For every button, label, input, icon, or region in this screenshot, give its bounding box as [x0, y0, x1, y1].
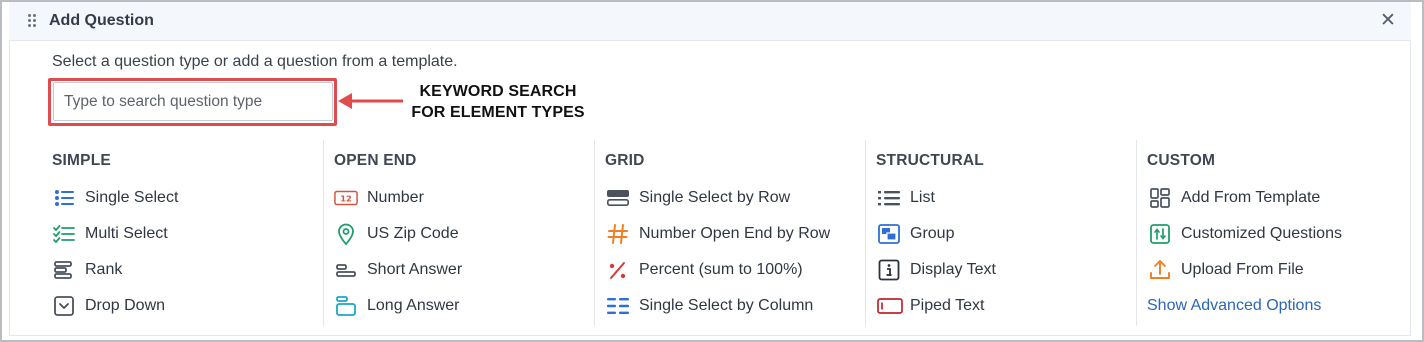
number-12-icon: 12 — [334, 186, 358, 210]
item-single-select[interactable]: Single Select — [52, 186, 178, 210]
item-label: Group — [910, 225, 955, 242]
rows-icon — [606, 186, 630, 210]
item-label: Long Answer — [367, 297, 460, 314]
heading-grid: GRID — [605, 152, 645, 169]
list-icon — [877, 186, 901, 210]
long-answer-icon — [334, 294, 358, 318]
heading-structural: STRUCTURAL — [876, 152, 984, 169]
item-label: US Zip Code — [367, 225, 459, 242]
callout-line-1: KEYWORD SEARCH — [419, 83, 577, 100]
upload-icon — [1148, 258, 1172, 282]
column-open-end: OPEN END 12 Number US Zip Code Short Ans… — [323, 140, 594, 326]
customized-icon — [1148, 222, 1172, 246]
item-multi-select[interactable]: Multi Select — [52, 222, 168, 246]
hash-icon — [606, 222, 630, 246]
item-label: Display Text — [910, 261, 996, 278]
item-label: Upload From File — [1181, 261, 1304, 278]
item-label: Number Open End by Row — [639, 225, 831, 242]
item-piped-text[interactable]: Piped Text — [877, 294, 984, 318]
item-list[interactable]: List — [877, 186, 935, 210]
item-display-text[interactable]: Display Text — [877, 258, 996, 282]
item-label: Single Select by Row — [639, 189, 791, 206]
column-simple: SIMPLE Single Select Multi Select Rank D… — [52, 140, 322, 326]
item-add-from-template[interactable]: Add From Template — [1148, 186, 1320, 210]
heading-custom: CUSTOM — [1147, 152, 1216, 169]
template-grid-icon — [1148, 186, 1172, 210]
piped-text-icon — [877, 294, 903, 318]
item-label: Drop Down — [85, 297, 166, 314]
item-single-select-by-column[interactable]: Single Select by Column — [606, 294, 813, 318]
dialog-title: Add Question — [49, 12, 154, 29]
search-input[interactable] — [53, 82, 333, 121]
item-percent-sum[interactable]: Percent (sum to 100%) — [606, 258, 803, 282]
rank-bars-icon — [52, 258, 76, 282]
item-label: Percent (sum to 100%) — [639, 261, 803, 278]
item-label: Number — [367, 189, 424, 206]
svg-text:12: 12 — [340, 194, 352, 204]
short-answer-icon — [334, 258, 358, 282]
item-single-select-by-row[interactable]: Single Select by Row — [606, 186, 790, 210]
item-label: Piped Text — [910, 297, 985, 314]
item-label: Multi Select — [85, 225, 168, 242]
item-number-open-end-by-row[interactable]: Number Open End by Row — [606, 222, 830, 246]
item-long-answer[interactable]: Long Answer — [334, 294, 460, 318]
callout-line-2: FOR ELEMENT TYPES — [411, 104, 585, 121]
keyword-search-callout: KEYWORD SEARCH FOR ELEMENT TYPES — [400, 81, 596, 123]
location-pin-icon — [334, 222, 358, 246]
dialog-header: Add Question ✕ — [9, 2, 1411, 41]
instruction-text: Select a question type or add a question… — [52, 53, 458, 70]
drag-handle-icon[interactable] — [28, 14, 38, 30]
columns-icon — [606, 294, 630, 318]
item-customized-questions[interactable]: Customized Questions — [1148, 222, 1342, 246]
link-label: Show Advanced Options — [1147, 297, 1322, 314]
item-label: Single Select — [85, 189, 179, 206]
close-icon[interactable]: ✕ — [1378, 11, 1398, 31]
item-label: Short Answer — [367, 261, 463, 278]
item-label: Single Select by Column — [639, 297, 814, 314]
item-group[interactable]: Group — [877, 222, 954, 246]
column-custom: CUSTOM Add From Template Customized Ques… — [1136, 140, 1406, 326]
item-label: Rank — [85, 261, 123, 278]
item-number[interactable]: 12 Number — [334, 186, 424, 210]
item-label: Customized Questions — [1181, 225, 1342, 242]
list-bullet-icon — [52, 186, 76, 210]
percent-icon — [606, 258, 630, 282]
item-drop-down[interactable]: Drop Down — [52, 294, 165, 318]
item-short-answer[interactable]: Short Answer — [334, 258, 462, 282]
annotation-arrow-icon — [338, 93, 403, 109]
dropdown-box-icon — [52, 294, 76, 318]
group-icon — [877, 222, 901, 246]
item-label: List — [910, 189, 935, 206]
checklist-icon — [52, 222, 76, 246]
show-advanced-options-link[interactable]: Show Advanced Options — [1147, 294, 1321, 318]
heading-open-end: OPEN END — [334, 152, 417, 169]
column-structural: STRUCTURAL List Group Display Text Piped… — [865, 140, 1136, 326]
heading-simple: SIMPLE — [52, 152, 111, 169]
item-rank[interactable]: Rank — [52, 258, 122, 282]
column-grid: GRID Single Select by Row Number Open En… — [594, 140, 865, 326]
item-upload-from-file[interactable]: Upload From File — [1148, 258, 1304, 282]
info-icon — [877, 258, 901, 282]
item-label: Add From Template — [1181, 189, 1321, 206]
item-us-zip-code[interactable]: US Zip Code — [334, 222, 459, 246]
